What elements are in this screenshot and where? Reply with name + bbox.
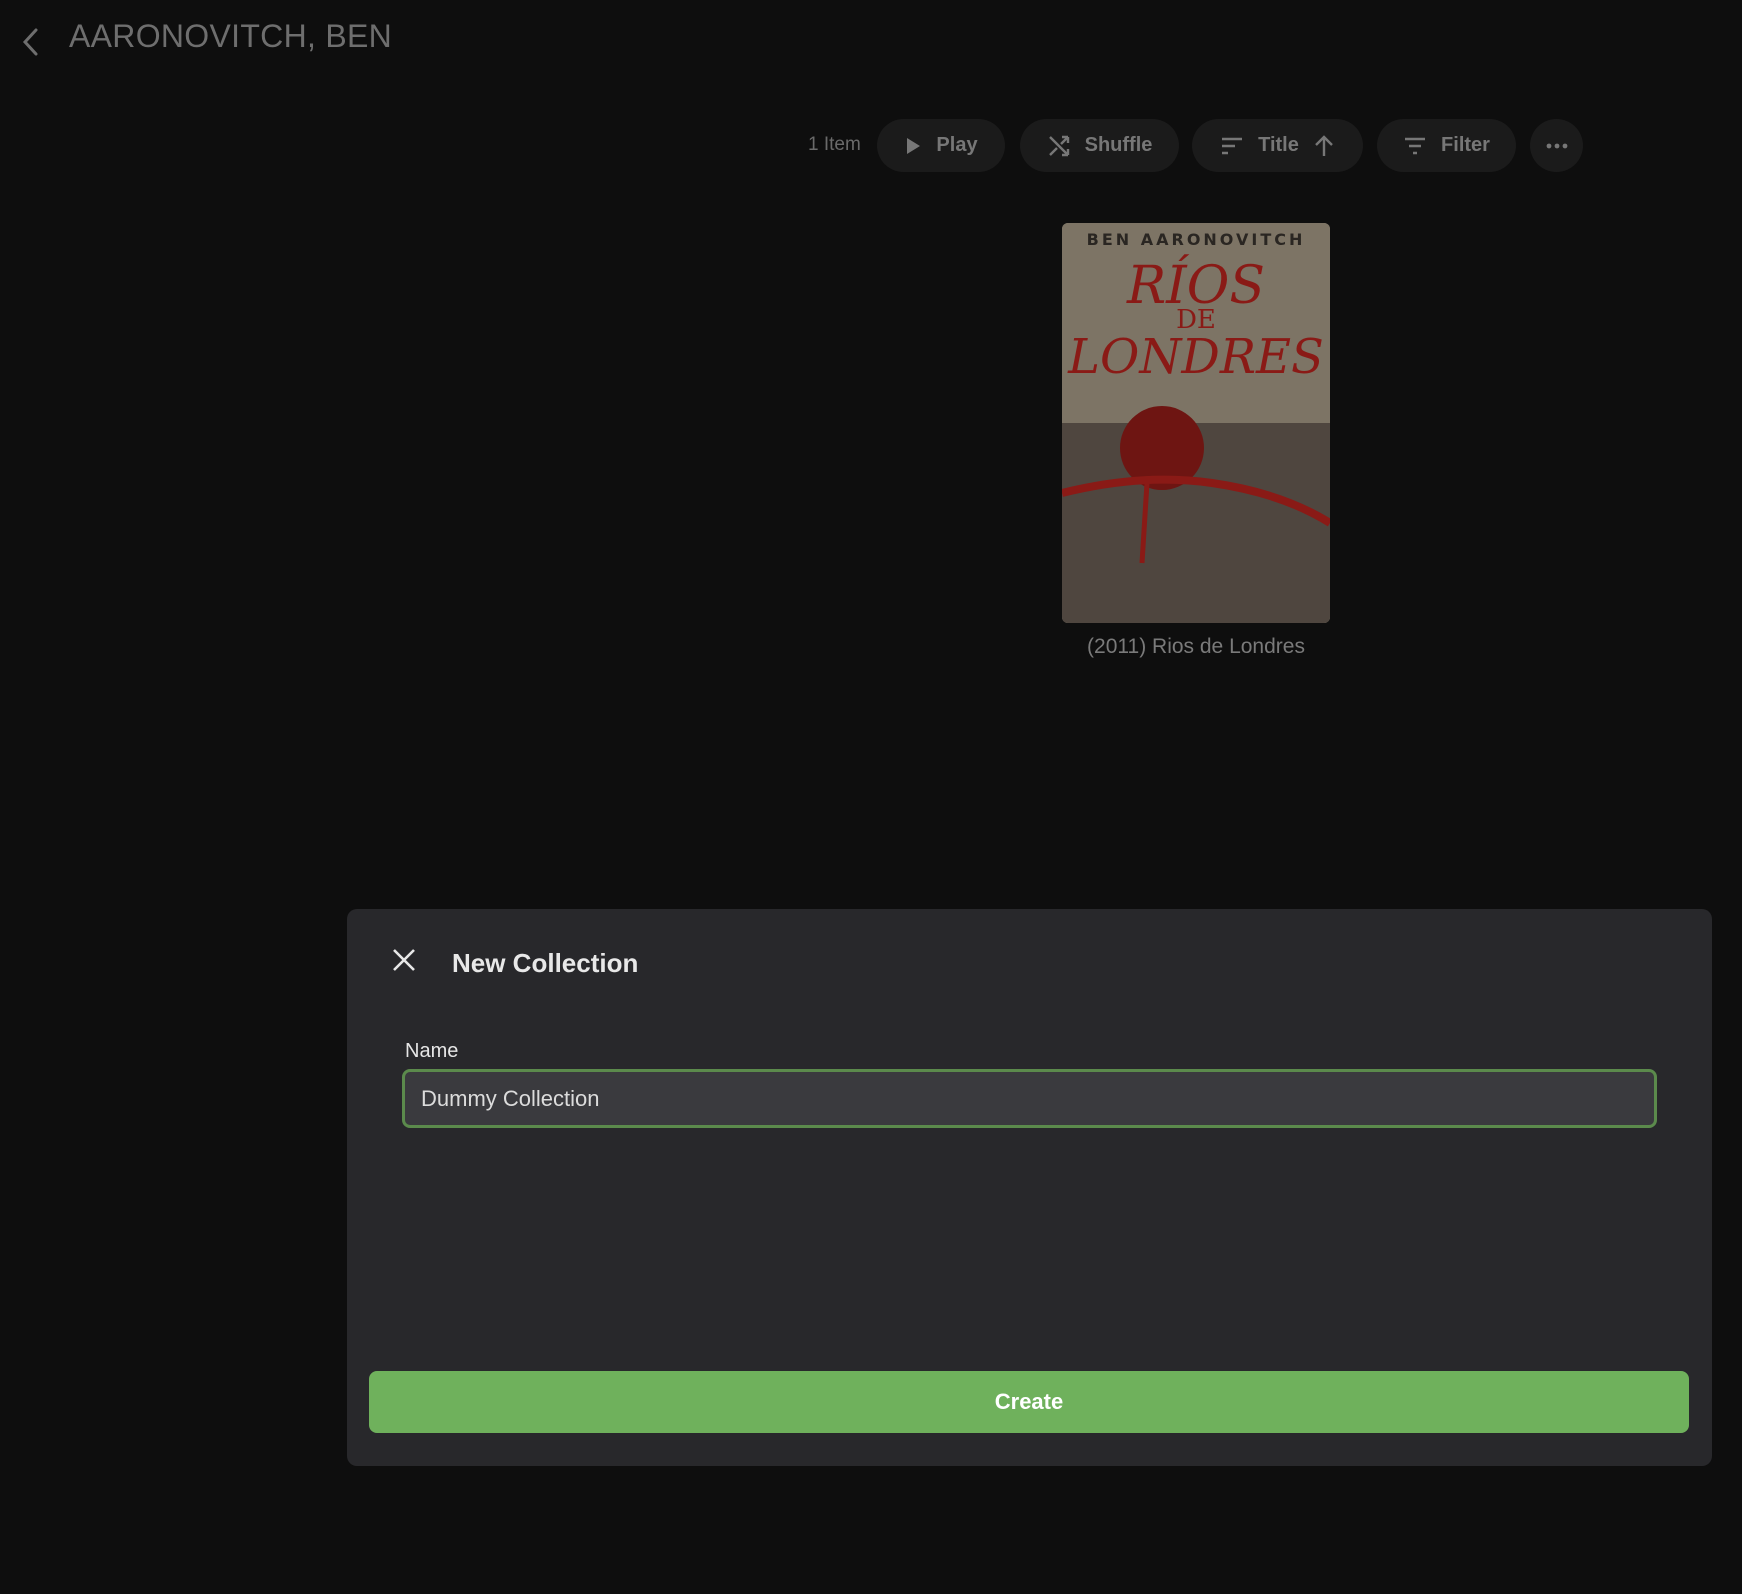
book-cover[interactable]: BEN AARONOVITCH RÍOS DE LONDRES — [1062, 223, 1330, 623]
book-caption[interactable]: (2011) Rios de Londres — [1040, 635, 1352, 659]
item-count: 1 Item — [808, 134, 861, 155]
shuffle-button[interactable]: Shuffle — [1020, 119, 1179, 172]
shuffle-label: Shuffle — [1084, 134, 1153, 156]
dialog-title: New Collection — [452, 948, 639, 978]
create-button[interactable]: Create — [369, 1371, 1689, 1433]
svg-text:LONDRES: LONDRES — [1067, 329, 1324, 385]
shuffle-icon — [1048, 135, 1069, 156]
arrow-up-icon — [1315, 134, 1333, 156]
filter-button[interactable]: Filter — [1377, 119, 1516, 172]
name-label: Name — [405, 1040, 459, 1062]
sort-icon — [1222, 137, 1243, 154]
filter-icon — [1405, 137, 1426, 154]
close-icon — [393, 949, 415, 971]
sort-label: Title — [1258, 134, 1299, 156]
sort-button[interactable]: Title — [1192, 119, 1363, 172]
page-title: AARONOVITCH, BEN — [69, 18, 393, 54]
filter-label: Filter — [1441, 134, 1490, 156]
back-button[interactable] — [14, 22, 50, 62]
play-label: Play — [936, 134, 978, 156]
svg-text:BEN AARONOVITCH: BEN AARONOVITCH — [1087, 230, 1306, 249]
chevron-left-icon — [22, 28, 38, 56]
new-collection-dialog: New Collection Name Create — [347, 909, 1712, 1466]
more-icon — [1546, 143, 1567, 148]
play-button[interactable]: Play — [877, 119, 1005, 172]
close-button[interactable] — [389, 945, 419, 975]
play-icon — [907, 137, 921, 154]
name-input[interactable] — [402, 1069, 1657, 1128]
more-options-button[interactable] — [1530, 119, 1583, 172]
